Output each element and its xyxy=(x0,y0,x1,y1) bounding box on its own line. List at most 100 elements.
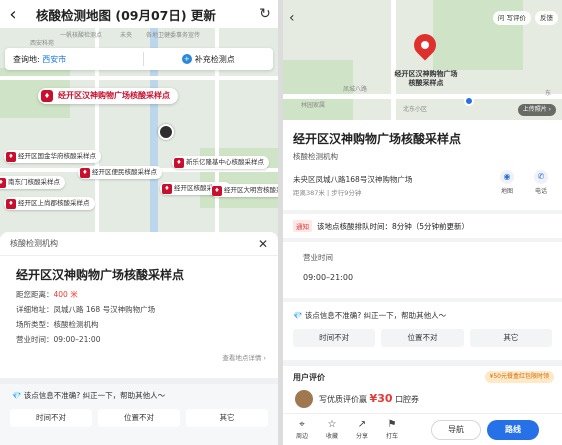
feedback-section: 💎 该点信息不准确? 纠正一下，帮助其他人～ 时间不对 位置不对 其它 xyxy=(283,302,562,360)
navigate-button[interactable]: 导航 xyxy=(431,419,481,440)
map-label: 林园家属 xyxy=(301,102,326,109)
map-pin[interactable]: ♦ 经开区上尚郡核酸采样点 xyxy=(4,197,95,210)
map-label: 东 xyxy=(545,90,552,97)
map-label: 西安科苑 xyxy=(30,40,55,47)
city-value: 西安市 xyxy=(42,54,67,64)
my-location-marker xyxy=(158,124,174,140)
map-view[interactable]: 林园家属 凤城八路 北东小区 东 ‹ 问 写评价 反馈 经开区汉神购物广场核酸采… xyxy=(283,0,562,120)
map-pin[interactable]: ♦经开区大明宫核酸采样点 xyxy=(210,184,278,197)
map-pin-label: 经开区上尚郡核酸采样点 xyxy=(18,199,90,207)
map-pin[interactable]: ♦ 南东门核酸采样点 xyxy=(0,176,65,189)
write-review-button[interactable]: 问 写评价 xyxy=(492,11,531,25)
back-icon[interactable]: ‹ xyxy=(289,10,295,26)
favorite-label: 收藏 xyxy=(325,433,338,440)
taxi-icon: ⚑ xyxy=(387,419,397,430)
page-title: 核酸检测地图 (09月07日) 更新 xyxy=(36,7,216,23)
map-road xyxy=(283,94,562,99)
test-site-icon: ♦ xyxy=(6,198,16,209)
back-icon[interactable]: ‹ xyxy=(0,4,26,25)
map-road xyxy=(0,76,278,80)
wrong-location-button[interactable]: 位置不对 xyxy=(381,329,464,347)
map-label: 北东小区 xyxy=(403,106,428,113)
write-review-prompt[interactable]: 写优质评价赢 ¥30 口腔券 xyxy=(319,392,419,405)
top-bar: ‹ 核酸检测地图 (09月07日) 更新 ↻ xyxy=(0,0,278,28)
add-test-point-label: 补充检测点 xyxy=(194,54,235,64)
city-label: 查询地: xyxy=(13,54,40,64)
left-screenshot-panel: ‹ 核酸检测地图 (09月07日) 更新 ↻ 一帆核酸检测点 未央 各地卫健委事… xyxy=(0,0,278,445)
star-icon: ☆ xyxy=(327,419,337,430)
test-site-icon: ♦ xyxy=(41,90,53,102)
other-button[interactable]: 其它 xyxy=(186,409,268,427)
card-header: 核酸检测机构 ✕ xyxy=(0,232,278,256)
map-pin[interactable]: ♦ 经开区便民核酸采样点 xyxy=(78,166,162,179)
nearby-button[interactable]: ⌖ 周边 xyxy=(287,419,317,440)
reward-amount: ¥30 xyxy=(369,392,393,405)
phone-action[interactable]: ✆ 电话 xyxy=(530,170,552,195)
quick-actions: ◉ 地图 ✆ 电话 xyxy=(496,170,552,195)
queue-notice: 通知 该地点核酸排队时间：8分钟（5分钟前更新） xyxy=(283,214,562,238)
view-details-link[interactable]: 查看地点详情 › xyxy=(222,352,266,362)
test-site-icon: ♦ xyxy=(162,183,172,194)
add-test-point-button[interactable]: + 补充检测点 xyxy=(144,54,274,65)
site-info-card: 核酸检测机构 ✕ 经开区汉神购物广场核酸采样点 距您距离：400 米 详细地址：… xyxy=(0,232,278,445)
other-button[interactable]: 其它 xyxy=(469,329,552,347)
map-icon: ◉ xyxy=(500,170,514,184)
upload-photo-button[interactable]: 上传照片 › xyxy=(517,104,556,116)
address-row: 详细地址：凤城八路 168 号汉神购物广场 xyxy=(16,305,156,314)
map-action-label: 地图 xyxy=(500,188,513,195)
map-pin-label: 经开区国金华府核酸采样点 xyxy=(18,152,96,160)
map-action[interactable]: ◉ 地图 xyxy=(496,170,518,195)
test-site-icon: ♦ xyxy=(6,151,16,162)
filter-bar: 查询地: 西安市 + 补充检测点 xyxy=(5,48,273,70)
map-pin-label: 经开区便民核酸采样点 xyxy=(92,168,157,176)
location-icon: + xyxy=(181,54,192,64)
card-header-title: 核酸检测机构 xyxy=(10,239,58,248)
wrong-time-button[interactable]: 时间不对 xyxy=(10,409,92,427)
test-site-icon: ♦ xyxy=(0,177,6,188)
site-name: 经开区汉神购物广场核酸采样点 xyxy=(16,268,185,282)
map-view[interactable]: 一帆核酸检测点 未央 各地卫健委事务宣传 西安科苑 查询地: 西安市 + 补充检… xyxy=(0,28,278,240)
phone-action-label: 电话 xyxy=(534,188,547,195)
selected-map-pin[interactable]: ♦ 经开区汉神购物广场核酸采样点 xyxy=(38,88,178,104)
feedback-title: 💎 该点信息不准确? 纠正一下，帮助其他人～ xyxy=(12,391,166,400)
taxi-label: 打车 xyxy=(385,433,398,440)
notice-text: 该地点核酸排队时间：8分钟（5分钟前更新） xyxy=(317,221,470,231)
distance-row: 距您距离：400 米 xyxy=(0,287,278,302)
feedback-buttons: 时间不对 位置不对 其它 xyxy=(0,407,278,429)
test-site-icon: ♦ xyxy=(212,185,222,196)
hours-label: 营业时间 xyxy=(303,253,333,262)
feedback-title-text: 该点信息不准确? 纠正一下，帮助其他人～ xyxy=(304,311,447,320)
map-pin[interactable]: ♦ 新乐亿隆基中心核酸采样点 xyxy=(172,156,269,169)
selected-pin-label: 经开区汉神购物广场核酸采样点 xyxy=(58,91,170,100)
hours-row: 营业时间：09:00–21:00 xyxy=(16,335,101,344)
feedback-button[interactable]: 反馈 xyxy=(535,11,558,25)
phone-icon: ✆ xyxy=(534,170,548,184)
distance-value: 400 米 xyxy=(53,290,78,299)
wrong-location-button[interactable]: 位置不对 xyxy=(98,409,180,427)
favorite-button[interactable]: ☆ 收藏 xyxy=(317,419,347,440)
map-label: 各地卫健委事务宣传 xyxy=(146,32,201,39)
pin-label: 经开区汉神购物广场核酸采样点 xyxy=(394,70,458,87)
hours-section: 营业时间 09:00–21:00 xyxy=(283,242,562,298)
test-site-icon: ♦ xyxy=(174,157,184,168)
test-site-icon: ♦ xyxy=(80,167,90,178)
write-prefix: 写优质评价赢 xyxy=(319,395,367,404)
route-button[interactable]: 路线 xyxy=(487,419,539,440)
city-selector[interactable]: 查询地: 西安市 xyxy=(5,54,143,65)
share-icon: ↗ xyxy=(357,419,367,430)
map-pin-label: 新乐亿隆基中心核酸采样点 xyxy=(186,158,264,166)
map-label: 一帆核酸检测点 xyxy=(60,32,103,39)
map-road xyxy=(391,0,396,120)
refresh-icon[interactable]: ↻ xyxy=(252,6,278,22)
taxi-button[interactable]: ⚑ 打车 xyxy=(377,419,407,440)
map-pin-label: 南东门核酸采样点 xyxy=(8,178,60,186)
nearby-label: 周边 xyxy=(295,433,308,440)
feedback-title-text: 该点信息不准确? 纠正一下，帮助其他人～ xyxy=(23,391,166,400)
wrong-time-button[interactable]: 时间不对 xyxy=(293,329,376,347)
map-pin[interactable]: ♦ 经开区国金华府核酸采样点 xyxy=(4,150,101,163)
map-label: 凤城八路 xyxy=(343,86,368,93)
close-icon[interactable]: ✕ xyxy=(258,237,268,251)
share-button[interactable]: ↗ 分享 xyxy=(347,419,377,440)
promo-badge[interactable]: ¥50元餐盒红包限时领 xyxy=(484,371,554,383)
nearby-icon: ⌖ xyxy=(299,419,305,430)
